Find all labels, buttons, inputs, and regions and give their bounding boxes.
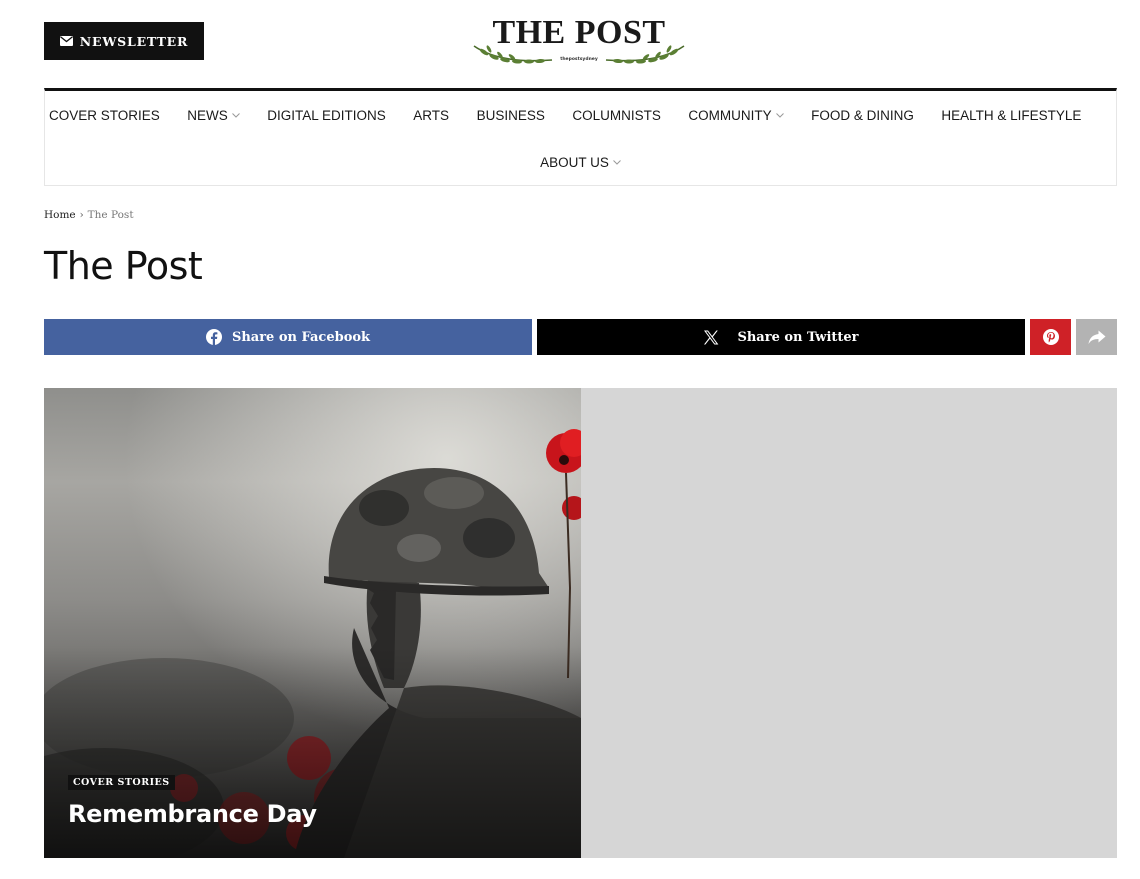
nav-item-about-us[interactable]: ABOUT US	[540, 155, 621, 170]
breadcrumb-home-link[interactable]: Home	[44, 209, 76, 221]
nav-label: DIGITAL EDITIONS	[267, 107, 386, 123]
newsletter-label: NEWSLETTER	[79, 33, 189, 49]
chevron-down-icon	[775, 110, 784, 120]
nav-label: ABOUT US	[540, 154, 609, 170]
x-logo-icon	[703, 330, 719, 345]
chevron-down-icon	[231, 110, 240, 120]
nav-label: COLUMNISTS	[572, 107, 661, 123]
image-placeholder	[581, 388, 1117, 858]
nav-item-arts[interactable]: ARTS	[413, 108, 449, 123]
breadcrumb: Home › The Post	[44, 209, 134, 221]
nav-row-primary: COVER STORIES NEWS DIGITAL EDITIONS ARTS…	[45, 103, 1116, 127]
nav-label: ARTS	[413, 107, 450, 123]
nav-label: BUSINESS	[476, 107, 545, 123]
breadcrumb-current: The Post	[87, 209, 134, 221]
nav-label: HEALTH & LIFESTYLE	[941, 107, 1082, 123]
share-more-button[interactable]	[1076, 319, 1117, 355]
nav-item-digital-editions[interactable]: DIGITAL EDITIONS	[267, 108, 386, 123]
nav-item-food-dining[interactable]: FOOD & DINING	[811, 108, 914, 123]
share-facebook-label: Share on Facebook	[231, 329, 371, 345]
share-arrow-icon	[1088, 330, 1106, 345]
article-title[interactable]: Remembrance Day	[68, 800, 317, 828]
share-facebook-button[interactable]: Share on Facebook	[44, 319, 532, 355]
nav-label: NEWS	[187, 107, 228, 123]
pinterest-icon	[1042, 329, 1059, 345]
nav-item-community[interactable]: COMMUNITY	[688, 107, 784, 123]
category-badge[interactable]: COVER STORIES	[68, 775, 175, 790]
site-logo[interactable]: THE POST thepostsydney	[470, 12, 688, 70]
share-pinterest-button[interactable]	[1030, 319, 1071, 355]
newsletter-button[interactable]: NEWSLETTER	[44, 22, 204, 60]
nav-item-business[interactable]: BUSINESS	[477, 108, 545, 123]
nav-row-secondary: ABOUT US	[45, 150, 1116, 174]
nav-item-columnists[interactable]: COLUMNISTS	[572, 108, 661, 123]
page-title: The Post	[44, 244, 203, 288]
featured-article-card[interactable]: COVER STORIES Remembrance Day	[44, 388, 581, 858]
envelope-icon	[59, 36, 73, 46]
nav-label: FOOD & DINING	[811, 107, 914, 123]
chevron-down-icon	[613, 157, 621, 167]
laurel-wreath-icon: thepostsydney	[473, 45, 685, 64]
nav-item-health-lifestyle[interactable]: HEALTH & LIFESTYLE	[941, 108, 1081, 123]
logo-tagline: thepostsydney	[560, 56, 598, 62]
nav-label: COMMUNITY	[688, 107, 772, 123]
main-navigation: COVER STORIES NEWS DIGITAL EDITIONS ARTS…	[44, 88, 1117, 186]
nav-item-news[interactable]: NEWS	[187, 108, 240, 123]
breadcrumb-separator: ›	[79, 209, 84, 221]
facebook-icon	[205, 329, 222, 345]
share-twitter-button[interactable]: Share on Twitter	[537, 319, 1025, 355]
nav-label: COVER STORIES	[49, 107, 160, 123]
nav-item-cover-stories[interactable]: COVER STORIES	[49, 108, 160, 123]
share-twitter-label: Share on Twitter	[737, 329, 859, 345]
